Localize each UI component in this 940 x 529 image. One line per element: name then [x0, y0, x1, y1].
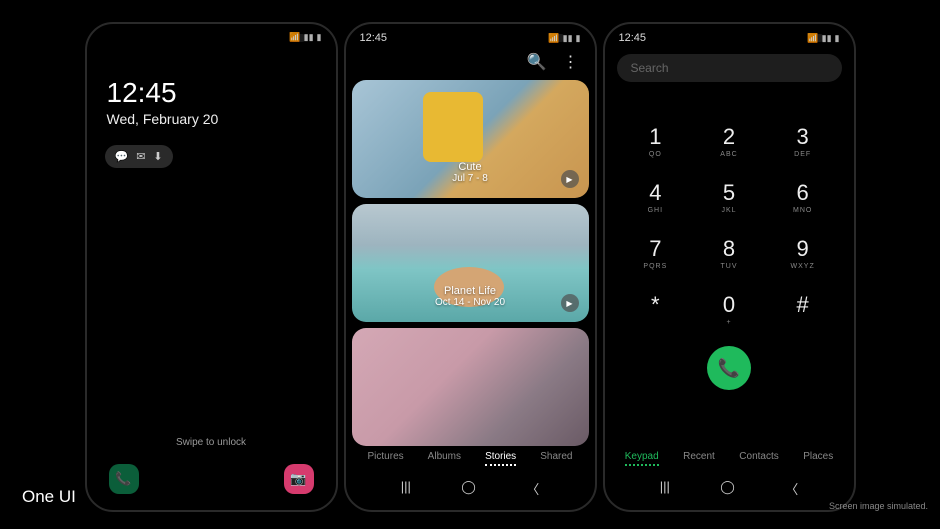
wifi-icon: 📶	[289, 32, 300, 43]
phone-lock-screen: 📶 ▮▮ ▮ 12:45 Wed, February 20 💬 ✉ ⬇ Swip…	[85, 22, 338, 512]
tab-contacts[interactable]: Contacts	[739, 451, 778, 466]
wifi-icon: 📶	[548, 33, 559, 44]
wifi-icon: 📶	[807, 33, 818, 44]
disclaimer-text: Screen image simulated.	[829, 501, 928, 511]
status-bar: 12:45 📶 ▮▮ ▮	[346, 24, 595, 48]
battery-icon: ▮	[317, 32, 322, 43]
tab-recent[interactable]: Recent	[683, 451, 715, 466]
dialer-tabs: Keypad Recent Contacts Places	[605, 443, 854, 474]
lock-dock: 📞 📷	[87, 464, 336, 494]
signal-icon: ▮▮	[563, 33, 573, 44]
phone-shortcut[interactable]: 📞	[109, 464, 139, 494]
key-2[interactable]: 2ABC	[696, 118, 762, 164]
play-icon[interactable]: ▶	[561, 294, 579, 312]
recents-button[interactable]: |||	[401, 479, 411, 498]
back-button[interactable]: 〈	[526, 479, 539, 498]
home-button[interactable]: ◯	[461, 479, 476, 498]
tab-stories[interactable]: Stories	[485, 451, 516, 466]
camera-shortcut[interactable]: 📷	[284, 464, 314, 494]
story-card[interactable]: Planet Life Oct 14 - Nov 20 ▶	[352, 204, 589, 322]
mail-icon: ✉	[136, 150, 145, 163]
back-button[interactable]: 〈	[785, 479, 798, 498]
chat-icon: 💬	[115, 150, 129, 163]
battery-icon: ▮	[835, 33, 840, 44]
download-icon: ⬇	[153, 150, 162, 163]
story-title: Planet Life	[352, 285, 589, 297]
status-time: 12:45	[619, 32, 647, 44]
key-4[interactable]: 4GHI	[623, 174, 689, 220]
play-icon[interactable]: ▶	[561, 170, 579, 188]
signal-icon: ▮▮	[822, 33, 832, 44]
story-card[interactable]: Cute Jul 7 - 8 ▶	[352, 80, 589, 198]
key-5[interactable]: 5JKL	[696, 174, 762, 220]
swipe-hint: Swipe to unlock	[87, 437, 336, 448]
key-3[interactable]: 3DEF	[770, 118, 836, 164]
recents-button[interactable]: |||	[660, 479, 670, 498]
search-icon[interactable]: 🔍	[527, 52, 547, 72]
status-time: 12:45	[360, 32, 388, 44]
more-icon[interactable]: ⋮	[563, 52, 579, 72]
key-8[interactable]: 8TUV	[696, 230, 762, 276]
story-card[interactable]	[352, 328, 589, 446]
key-hash[interactable]: #	[770, 286, 836, 332]
brand-label: One UI	[22, 487, 76, 507]
nav-bar: ||| ◯ 〈	[346, 473, 595, 504]
key-9[interactable]: 9WXYZ	[770, 230, 836, 276]
phone-gallery: 12:45 📶 ▮▮ ▮ 🔍 ⋮ Cute Jul 7 - 8 ▶ Planet…	[344, 22, 597, 512]
search-input[interactable]: Search	[617, 54, 842, 82]
key-1[interactable]: 1QO	[623, 118, 689, 164]
key-star[interactable]: *	[623, 286, 689, 332]
tab-keypad[interactable]: Keypad	[625, 451, 659, 466]
stories-list: Cute Jul 7 - 8 ▶ Planet Life Oct 14 - No…	[346, 80, 595, 446]
lock-time: 12:45	[87, 47, 336, 109]
story-title: Cute	[352, 161, 589, 173]
key-6[interactable]: 6MNO	[770, 174, 836, 220]
status-bar: 12:45 📶 ▮▮ ▮	[605, 24, 854, 48]
lock-date: Wed, February 20	[87, 109, 336, 137]
key-0[interactable]: 0+	[696, 286, 762, 332]
notification-pill[interactable]: 💬 ✉ ⬇	[105, 145, 173, 168]
tab-albums[interactable]: Albums	[428, 451, 461, 466]
tab-pictures[interactable]: Pictures	[368, 451, 404, 466]
home-button[interactable]: ◯	[720, 479, 735, 498]
nav-bar: ||| ◯ 〈	[605, 473, 854, 504]
phone-row: 📶 ▮▮ ▮ 12:45 Wed, February 20 💬 ✉ ⬇ Swip…	[0, 0, 940, 512]
call-button[interactable]: 📞	[707, 346, 751, 390]
phone-dialer: 12:45 📶 ▮▮ ▮ Search 1QO 2ABC 3DEF 4GHI 5…	[603, 22, 856, 512]
story-date: Oct 14 - Nov 20	[352, 297, 589, 308]
status-bar: 📶 ▮▮ ▮	[87, 24, 336, 47]
tab-shared[interactable]: Shared	[540, 451, 572, 466]
gallery-tabs: Pictures Albums Stories Shared	[346, 443, 595, 474]
tab-places[interactable]: Places	[803, 451, 833, 466]
key-7[interactable]: 7PQRS	[623, 230, 689, 276]
battery-icon: ▮	[576, 33, 581, 44]
signal-icon: ▮▮	[304, 32, 314, 43]
keypad: 1QO 2ABC 3DEF 4GHI 5JKL 6MNO 7PQRS 8TUV …	[605, 88, 854, 332]
story-date: Jul 7 - 8	[352, 173, 589, 184]
